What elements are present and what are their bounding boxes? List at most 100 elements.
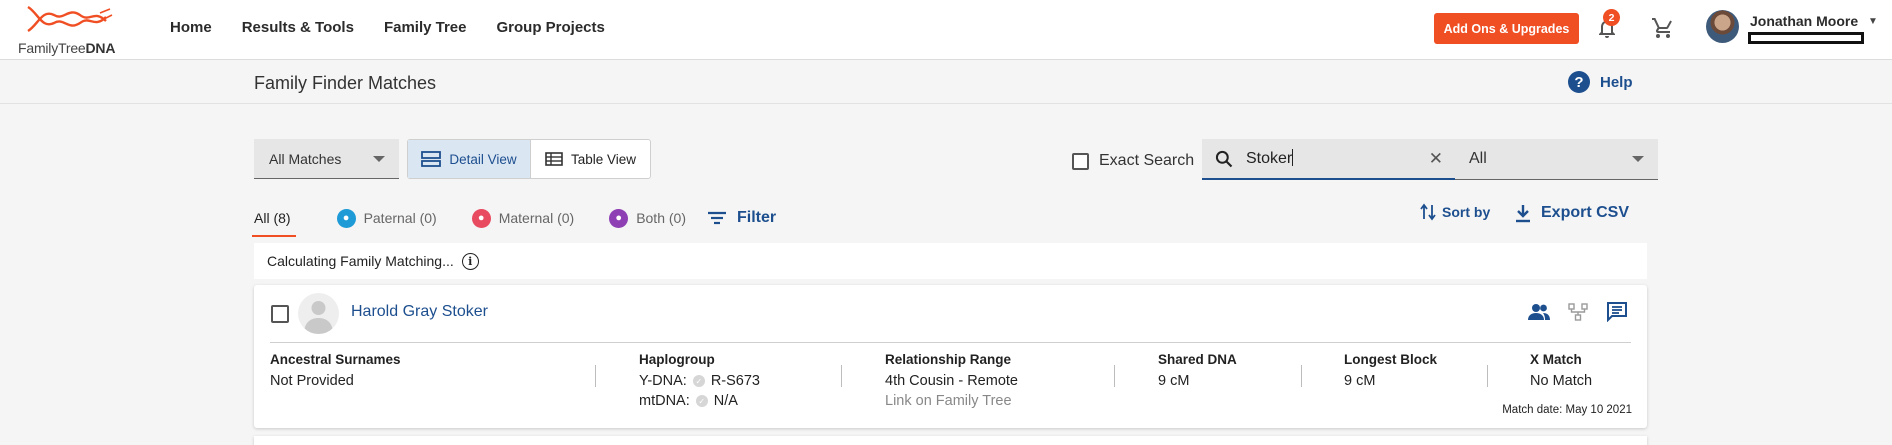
main-nav: Home Results & Tools Family Tree Group P… bbox=[170, 19, 605, 36]
add-ons-upgrades-button[interactable]: Add Ons & Upgrades bbox=[1434, 13, 1579, 44]
next-match-card-partial bbox=[254, 436, 1647, 445]
sort-by-button[interactable]: Sort by bbox=[1420, 203, 1490, 221]
calculating-status-bar: Calculating Family Matching... i bbox=[254, 243, 1647, 279]
relationship-heading: Relationship Range bbox=[885, 352, 1012, 367]
matches-filter-select[interactable]: All Matches bbox=[254, 139, 399, 179]
calculating-status-text: Calculating Family Matching... bbox=[267, 253, 454, 269]
exact-search-checkbox[interactable] bbox=[1072, 152, 1089, 170]
matches-select-value: All Matches bbox=[269, 150, 342, 167]
user-menu-chevron-down-icon[interactable]: ▼ bbox=[1868, 16, 1878, 27]
match-name-link[interactable]: Harold Gray Stoker bbox=[351, 303, 488, 321]
tab-paternal-label: Paternal (0) bbox=[363, 210, 437, 226]
sort-arrows-icon bbox=[1420, 203, 1436, 221]
haplogroup-heading: Haplogroup bbox=[639, 352, 715, 367]
exact-search-label: Exact Search bbox=[1099, 152, 1195, 169]
ydna-row: Y-DNA: ✓ R-S673 bbox=[639, 373, 760, 389]
ydna-value: R-S673 bbox=[710, 373, 760, 389]
match-actions bbox=[1528, 301, 1628, 322]
nav-results-tools[interactable]: Results & Tools bbox=[242, 19, 354, 36]
filter-button[interactable]: Filter bbox=[707, 209, 776, 227]
match-date: Match date: May 10 2021 bbox=[1502, 404, 1632, 416]
nav-group-projects[interactable]: Group Projects bbox=[496, 19, 604, 36]
redacted-box bbox=[1748, 32, 1864, 44]
column-divider bbox=[1114, 365, 1115, 387]
column-divider bbox=[1487, 365, 1488, 387]
shopping-cart-icon[interactable] bbox=[1650, 16, 1676, 40]
filter-label: Filter bbox=[737, 209, 777, 226]
tab-all-label: All (8) bbox=[254, 210, 291, 226]
ancestral-surnames-value: Not Provided bbox=[270, 373, 354, 389]
info-icon[interactable]: i bbox=[461, 252, 479, 270]
familytreedna-logo[interactable]: FamilyTreeDNA bbox=[18, 3, 123, 57]
table-view-label: Table View bbox=[570, 151, 637, 167]
logo-wordmark: FamilyTreeDNA bbox=[18, 40, 116, 56]
help-question-icon: ? bbox=[1568, 71, 1590, 93]
tab-both-label: Both (0) bbox=[636, 210, 686, 226]
dna-helix-logo-icon bbox=[27, 5, 113, 33]
in-common-with-people-icon[interactable] bbox=[1528, 303, 1550, 321]
relationship-column: Relationship Range 4th Cousin - Remote L… bbox=[885, 352, 1018, 409]
clear-search-close-icon[interactable]: ✕ bbox=[1429, 149, 1443, 169]
ancestral-surnames-column: Ancestral Surnames Not Provided bbox=[270, 352, 401, 389]
x-match-column: X Match No Match bbox=[1530, 352, 1592, 389]
maternal-person-icon: ● bbox=[471, 208, 491, 228]
top-navigation-bar: FamilyTreeDNA Home Results & Tools Famil… bbox=[0, 0, 1892, 60]
tab-maternal[interactable]: ● Maternal (0) bbox=[471, 206, 575, 230]
help-link[interactable]: ? Help bbox=[1568, 71, 1633, 93]
scope-select-value: All bbox=[1469, 150, 1487, 167]
nav-family-tree[interactable]: Family Tree bbox=[384, 19, 467, 36]
message-note-icon[interactable] bbox=[1606, 301, 1628, 322]
table-view-button[interactable]: Table View bbox=[531, 140, 650, 178]
sort-by-label: Sort by bbox=[1442, 204, 1491, 220]
longest-block-value: 9 cM bbox=[1344, 373, 1376, 389]
view-toggle: Detail View Table View bbox=[407, 139, 651, 179]
filter-icon bbox=[708, 211, 726, 225]
shared-dna-column: Shared DNA 9 cM bbox=[1158, 352, 1237, 389]
default-person-avatar-icon bbox=[304, 301, 333, 334]
detail-view-button[interactable]: Detail View bbox=[408, 140, 531, 178]
paternal-person-icon: ● bbox=[336, 208, 356, 228]
column-divider bbox=[595, 365, 596, 387]
shared-dna-value: 9 cM bbox=[1158, 373, 1190, 389]
caret-down-icon bbox=[1632, 156, 1644, 162]
ydna-label: Y-DNA: bbox=[639, 373, 687, 389]
caret-down-icon bbox=[373, 156, 385, 162]
tab-maternal-label: Maternal (0) bbox=[498, 210, 575, 226]
link-on-family-tree[interactable]: Link on Family Tree bbox=[885, 393, 1018, 409]
user-avatar[interactable] bbox=[1706, 10, 1739, 43]
search-value: Stoker bbox=[1246, 149, 1294, 167]
mtdna-label: mtDNA: bbox=[639, 393, 690, 409]
exact-search-toggle[interactable]: Exact Search bbox=[1072, 152, 1194, 170]
verified-check-icon: ✓ bbox=[695, 395, 708, 407]
detail-view-label: Detail View bbox=[449, 151, 517, 167]
shared-dna-heading: Shared DNA bbox=[1158, 352, 1237, 367]
tab-both[interactable]: ● Both (0) bbox=[609, 206, 686, 230]
match-card: Harold Gray Stoker Ancestral Surnames No… bbox=[254, 285, 1647, 428]
tab-all[interactable]: All (8) bbox=[252, 206, 296, 237]
family-tree-structure-icon[interactable] bbox=[1568, 302, 1588, 321]
search-input[interactable]: Stoker ✕ bbox=[1202, 139, 1455, 180]
card-divider bbox=[270, 342, 1631, 343]
longest-block-column: Longest Block 9 cM bbox=[1344, 352, 1437, 389]
export-csv-label: Export CSV bbox=[1541, 204, 1630, 221]
nav-home[interactable]: Home bbox=[170, 19, 212, 36]
tab-paternal[interactable]: ● Paternal (0) bbox=[336, 206, 437, 230]
export-csv-button[interactable]: Export CSV bbox=[1515, 203, 1629, 223]
search-scope-select[interactable]: All bbox=[1455, 139, 1658, 180]
both-people-icon: ● bbox=[609, 208, 629, 228]
haplogroup-column: Haplogroup Y-DNA: ✓ R-S673 mtDNA: ✓ N/A bbox=[639, 352, 760, 409]
match-side-tabs: All (8) ● Paternal (0) ● Maternal (0) ● … bbox=[252, 206, 776, 237]
help-label: Help bbox=[1600, 73, 1633, 91]
user-name[interactable]: Jonathan Moore bbox=[1750, 13, 1858, 29]
relationship-value: 4th Cousin - Remote bbox=[885, 373, 1018, 389]
match-avatar bbox=[298, 293, 339, 334]
table-view-icon bbox=[545, 152, 563, 166]
match-select-checkbox[interactable] bbox=[271, 305, 289, 323]
column-divider bbox=[841, 365, 842, 387]
detail-view-icon bbox=[421, 151, 442, 167]
search-icon bbox=[1215, 150, 1233, 167]
mtdna-value: N/A bbox=[713, 393, 738, 409]
column-divider bbox=[1301, 365, 1302, 387]
ancestral-surnames-heading: Ancestral Surnames bbox=[270, 352, 401, 367]
page-title: Family Finder Matches bbox=[254, 73, 437, 93]
